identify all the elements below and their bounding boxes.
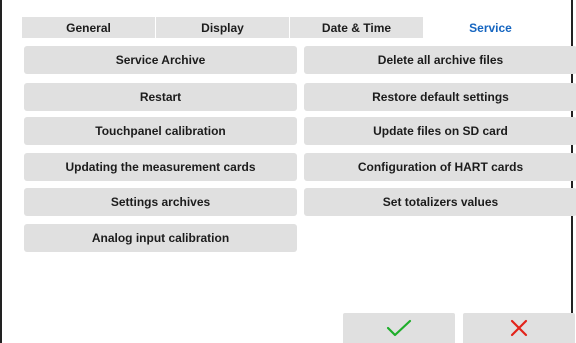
tab-service[interactable]: Service	[424, 17, 557, 38]
settings-archives-button[interactable]: Settings archives	[24, 188, 297, 216]
checkmark-icon	[386, 319, 412, 337]
set-totalizers-button[interactable]: Set totalizers values	[304, 188, 576, 216]
tab-date-time[interactable]: Date & Time	[290, 17, 424, 38]
restore-default-settings-button[interactable]: Restore default settings	[304, 83, 576, 111]
settings-panel: General Display Date & Time Service Serv…	[0, 0, 576, 343]
configure-hart-cards-button[interactable]: Configuration of HART cards	[304, 153, 576, 181]
delete-archive-files-button[interactable]: Delete all archive files	[304, 46, 576, 74]
analog-input-calibration-button[interactable]: Analog input calibration	[24, 224, 297, 252]
restart-button[interactable]: Restart	[24, 83, 297, 111]
touchpanel-calibration-button[interactable]: Touchpanel calibration	[24, 117, 297, 145]
tab-bar: General Display Date & Time Service	[22, 17, 557, 38]
cross-icon	[510, 319, 528, 337]
ok-button[interactable]	[343, 313, 455, 343]
update-measurement-cards-button[interactable]: Updating the measurement cards	[24, 153, 297, 181]
service-archive-button[interactable]: Service Archive	[24, 46, 297, 74]
tab-display[interactable]: Display	[156, 17, 290, 38]
tab-general[interactable]: General	[22, 17, 156, 38]
update-sd-files-button[interactable]: Update files on SD card	[304, 117, 576, 145]
cancel-button[interactable]	[463, 313, 575, 343]
